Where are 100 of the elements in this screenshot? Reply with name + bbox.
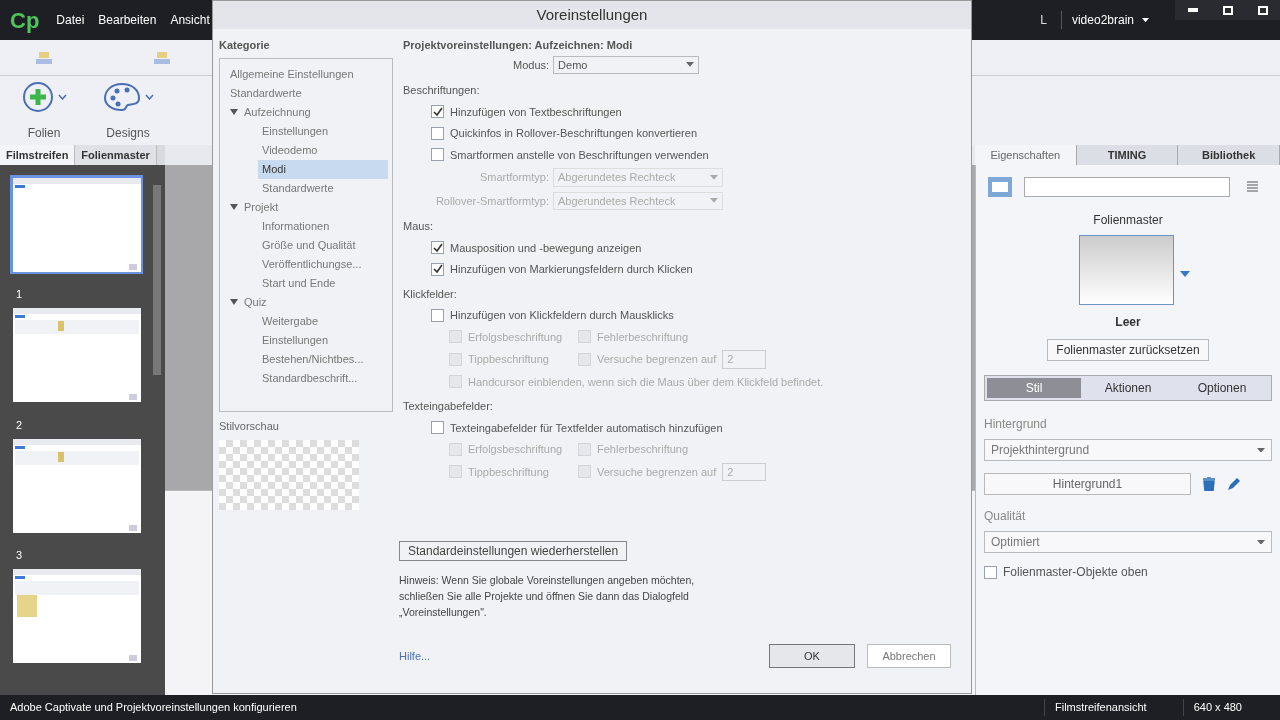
dialog-title: Voreinstellungen [536, 4, 648, 25]
category-item[interactable]: Quiz [244, 293, 267, 311]
toolbar-button[interactable]: Folien [8, 79, 80, 142]
panel-tab[interactable]: TIMING [1076, 145, 1179, 165]
trash-icon[interactable] [1203, 477, 1215, 491]
account-menu[interactable]: video2brain [1060, 11, 1149, 29]
category-item[interactable]: Projekt [244, 198, 279, 216]
category-item[interactable]: Informationen [258, 216, 388, 236]
master-thumbnail[interactable] [1078, 235, 1174, 305]
field-label: Smartformtyp: [478, 170, 549, 185]
align-icon[interactable] [153, 49, 171, 66]
dropdown-arrow-icon [1257, 447, 1265, 453]
category-heading: Kategorie [219, 38, 271, 53]
checkbox-label: Tippbeschriftung [468, 464, 550, 480]
checkbox-label: Versuche begrenzen auf [597, 464, 717, 480]
checkbox-label: Fehlerbeschriftung [597, 329, 689, 345]
hint-text: Hinweis: Wenn Sie globale Voreinstellungen angeben möchten, schließen Sie alle Projekte und öffnen Sie dann das Dialogfeld „Voreinstellungen". [399, 573, 696, 620]
checkbox[interactable] [431, 126, 444, 140]
menu-item[interactable]: Datei [49, 11, 92, 29]
dropdown-arrow-icon [1179, 271, 1190, 277]
name-field[interactable] [1024, 177, 1230, 197]
section-label: Texteingabefelder: [403, 399, 494, 414]
background-select[interactable]: Projekthintergrund [984, 439, 1272, 461]
checkbox[interactable] [431, 148, 444, 162]
checkbox-label: Mausposition und -bewegung anzeigen [450, 240, 642, 256]
caret-icon [144, 93, 154, 100]
slide-icon [988, 177, 1012, 197]
category-item[interactable]: Aufzeichnung [244, 103, 311, 121]
menu-item[interactable]: Bearbeiten [91, 11, 164, 29]
slide-number: 1 [16, 287, 24, 302]
checkbox[interactable] [431, 421, 444, 435]
category-item[interactable]: Einstellungen [258, 121, 388, 141]
category-item[interactable]: Standardwerte [230, 84, 302, 102]
checkbox[interactable] [431, 262, 444, 276]
master-label: Folienmaster [1093, 212, 1163, 229]
app-logo: Cp [9, 6, 41, 35]
checkbox[interactable] [984, 565, 997, 579]
checkbox-label: Tippbeschriftung [468, 352, 550, 367]
status-text: Adobe Captivate und Projektvoreinstellungen konfigurieren [10, 700, 297, 716]
slide-number: 3 [16, 548, 24, 563]
checkbox-label: Hinzufügen von Klickfeldern durch Mausklicks [450, 308, 674, 323]
checkbox-label: Erfolgsbeschriftung [468, 442, 564, 457]
category-item[interactable]: Allgemeine Einstellungen [230, 65, 354, 83]
plus-icon [21, 80, 54, 113]
panel-tab[interactable]: Eigenschaften [975, 145, 1077, 165]
panel-tab[interactable]: Bibliothek [1178, 145, 1280, 165]
checkbox-label: Versuche begrenzen auf [597, 352, 717, 367]
checkbox-label: Handcursor einblenden, wenn sich die Maus über dem Klickfeld befindet. [468, 374, 824, 390]
quality-select[interactable]: Optimiert [984, 531, 1272, 553]
checkbox-label: Erfolgsbeschriftung [468, 329, 564, 345]
checkbox-label: Hinzufügen von Markierungsfeldern durch Klicken [450, 262, 693, 277]
pencil-icon[interactable] [1227, 477, 1241, 491]
category-item[interactable]: Videodemo [258, 140, 388, 160]
panel-tab[interactable]: Filmstreifen [0, 145, 76, 165]
minimize-icon[interactable] [1175, 0, 1210, 20]
style-tab[interactable]: Optionen [1175, 378, 1269, 398]
category-item[interactable]: Einstellungen [258, 330, 388, 350]
align-icon[interactable] [35, 49, 53, 66]
checkbox[interactable] [431, 241, 444, 255]
field-label: Qualität [984, 508, 1027, 525]
caret-icon [57, 93, 67, 100]
toolbar-button[interactable]: Designs [92, 79, 164, 142]
dropdown-arrow-icon [1257, 539, 1265, 545]
reset-master-button[interactable]: Folienmaster zurücksetzen [1047, 339, 1209, 361]
category-item[interactable]: Weitergabe [258, 311, 388, 331]
ok-button[interactable]: OK [769, 644, 855, 669]
style-tab[interactable]: Stil [987, 378, 1081, 398]
expand-icon[interactable] [230, 203, 238, 211]
dropdown-arrow-icon [710, 174, 718, 180]
section-label: Klickfelder: [403, 286, 458, 302]
category-item[interactable]: Start und Ende [258, 273, 388, 293]
category-item[interactable]: Modi [258, 159, 388, 179]
style-tab[interactable]: Aktionen [1081, 378, 1175, 398]
panel-tab[interactable]: Folienmaster [75, 145, 157, 165]
dropdown-arrow-icon [710, 198, 718, 204]
expand-icon[interactable] [230, 108, 238, 116]
checkbox-label: Hinzufügen von Textbeschriftungen [450, 104, 622, 120]
background-button[interactable]: Hintergrund1 [984, 473, 1191, 495]
checkbox[interactable] [431, 105, 444, 119]
help-link[interactable]: Hilfe... [399, 648, 431, 665]
restore-defaults-button[interactable]: Standardeinstellungen wiederherstellen [399, 541, 628, 561]
scrollbar[interactable] [153, 185, 161, 375]
mode-select[interactable]: Demo [553, 55, 700, 74]
settings-heading: Projektvoreinstellungen: Aufzeichnen: Modi [403, 38, 634, 53]
field-label: Hintergrund [984, 416, 1048, 433]
category-item[interactable]: Standardwerte [258, 178, 388, 198]
status-size: 640 x 480 [1182, 699, 1242, 716]
category-item[interactable]: Standardbeschrift... [258, 368, 388, 388]
expand-icon[interactable] [230, 298, 238, 306]
checkbox-label: Texteingabefelder für Textfelder automatisch hinzufügen [450, 420, 723, 436]
category-item[interactable]: Größe und Qualität [258, 235, 388, 255]
dropdown-arrow-icon [686, 62, 695, 68]
checkbox-label: Smartformen anstelle von Beschriftungen verwenden [450, 147, 709, 163]
layout-mode[interactable]: L [1040, 11, 1047, 29]
category-item[interactable]: Bestehen/Nichtbes... [258, 349, 388, 369]
category-item[interactable]: Veröffentlichungse... [258, 254, 388, 274]
preview-label: Stilvorschau [219, 418, 280, 434]
checkbox[interactable] [431, 308, 444, 322]
cancel-button[interactable]: Abbrechen [867, 644, 951, 669]
checkbox-label: Fehlerbeschriftung [597, 442, 689, 457]
